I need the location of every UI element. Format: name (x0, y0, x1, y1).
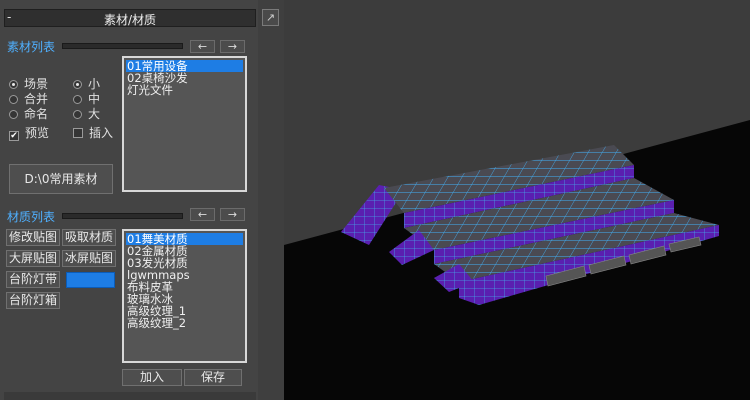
list-item[interactable]: 灯光文件 (126, 84, 243, 96)
material-next-button[interactable]: → (220, 208, 245, 221)
radio-dot-icon (73, 95, 82, 104)
checkmark-icon: ✔ (9, 131, 19, 141)
ice-screen-map-button[interactable]: 冰屏贴图 (62, 250, 116, 267)
stage-model-render (284, 0, 750, 400)
asset-list-label: 素材列表 (7, 40, 56, 54)
big-screen-map-button[interactable]: 大屏贴图 (6, 250, 60, 267)
insert-checkbox[interactable]: 插入 (73, 124, 113, 141)
radio-dot-icon (73, 80, 82, 89)
radio-size-large[interactable]: 大 (73, 105, 100, 122)
pick-material-button[interactable]: 吸取材质 (62, 229, 116, 246)
asset-next-button[interactable]: → (220, 40, 245, 53)
asset-prev-button[interactable]: ← (190, 40, 215, 53)
asset-path-button[interactable]: D:\0常用素材 (9, 164, 113, 194)
asset-list-slider[interactable] (62, 43, 183, 49)
panel-divider (258, 0, 284, 400)
panel-rollout-header[interactable]: - 素材/材质 (4, 9, 256, 27)
add-button[interactable]: 加入 (122, 369, 182, 386)
list-item[interactable]: 高级纹理_2 (126, 317, 243, 329)
pin-icon[interactable]: ↗ (262, 9, 279, 26)
checkbox-empty-icon (73, 128, 83, 138)
step-light-strip-button[interactable]: 台阶灯带 (6, 271, 60, 288)
radio-dot-icon (9, 95, 18, 104)
asset-listbox[interactable]: 01常用设备 02桌椅沙发 灯光文件 (122, 56, 247, 192)
material-color-swatch[interactable] (66, 272, 115, 288)
radio-name[interactable]: 命名 (9, 105, 48, 122)
material-list-label: 材质列表 (7, 210, 56, 224)
panel-title: 素材/材质 (103, 13, 157, 27)
material-list-slider[interactable] (62, 213, 183, 219)
step-light-box-button[interactable]: 台阶灯箱 (6, 292, 60, 309)
panel-bottom-edge (4, 392, 256, 400)
save-button[interactable]: 保存 (184, 369, 242, 386)
radio-dot-icon (9, 80, 18, 89)
preview-checkbox[interactable]: ✔ 预览 (9, 124, 49, 141)
edit-map-button[interactable]: 修改贴图 (6, 229, 60, 246)
material-prev-button[interactable]: ← (190, 208, 215, 221)
asset-material-panel: - 素材/材质 素材列表 ← → 场景 合并 命名 小 中 大 ✔ 预览 插入 0… (0, 0, 258, 400)
radio-dot-icon (9, 110, 18, 119)
radio-dot-icon (73, 110, 82, 119)
material-listbox[interactable]: 01舞美材质 02金属材质 03发光材质 lgwmmaps 布料皮革 玻璃水冰 … (122, 229, 247, 363)
viewport-3d[interactable] (284, 0, 750, 400)
